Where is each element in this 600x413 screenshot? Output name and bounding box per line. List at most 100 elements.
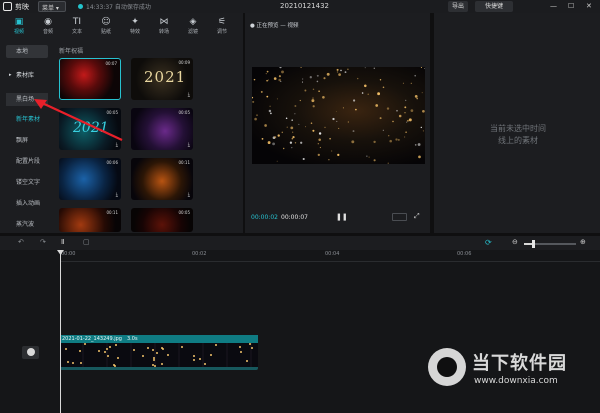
spark xyxy=(266,95,269,98)
aspect-ratio-button[interactable] xyxy=(392,213,407,221)
media-thumb[interactable]: 00:05 ⤓ xyxy=(131,108,193,150)
thumb-text: 2021 xyxy=(144,68,187,86)
total-time: 00:00:07 xyxy=(281,214,308,221)
app-name: 剪映 xyxy=(15,3,29,11)
spark xyxy=(294,105,297,107)
spark xyxy=(254,117,257,121)
frame-spark xyxy=(240,351,242,353)
menu-button[interactable]: 菜单 ▾ xyxy=(38,1,66,12)
export-button[interactable]: 导出 xyxy=(448,1,468,12)
tab-label: 特效 xyxy=(129,29,140,35)
tab-text[interactable]: TI 文本 xyxy=(63,17,91,35)
tab-adjust[interactable]: ⚟ 调节 xyxy=(208,17,236,35)
media-thumb[interactable]: 00:07 xyxy=(59,58,121,100)
spark xyxy=(278,78,281,82)
spark xyxy=(364,84,367,88)
zoom-out-icon[interactable]: ⊖ xyxy=(512,238,518,246)
frame-spark xyxy=(153,357,155,359)
frame-spark xyxy=(114,365,116,367)
spark xyxy=(422,130,424,132)
delete-icon[interactable]: ▢ xyxy=(83,238,90,246)
tab-transitions[interactable]: ⋈ 转场 xyxy=(150,17,178,35)
frame-spark xyxy=(107,355,109,357)
spark xyxy=(386,107,390,110)
spark xyxy=(373,67,375,69)
spark xyxy=(410,82,412,84)
frame-spark xyxy=(193,359,195,361)
spark xyxy=(267,79,269,81)
spark xyxy=(406,121,408,123)
spark xyxy=(292,136,295,139)
eye-icon xyxy=(27,348,35,356)
nav-clips[interactable]: 配置片段 xyxy=(6,155,48,168)
spark xyxy=(276,160,278,162)
undo-icon[interactable]: ↶ xyxy=(18,238,24,246)
spark xyxy=(337,153,340,157)
watermark-url: www.downxia.com xyxy=(474,376,558,386)
thumb-duration: 00:06 xyxy=(106,160,118,165)
player-title: ● 正在预览 — 视频 xyxy=(250,23,299,29)
tab-effects[interactable]: ✦ 特效 xyxy=(121,17,149,35)
close-icon[interactable]: ✕ xyxy=(586,2,592,10)
spark xyxy=(316,80,319,83)
spark xyxy=(256,114,258,117)
media-thumb[interactable]: 2021 00:09 ⤓ xyxy=(131,58,193,100)
spark xyxy=(326,72,330,76)
download-icon[interactable]: ⤓ xyxy=(116,192,118,198)
minimize-icon[interactable]: — xyxy=(550,2,557,10)
download-icon[interactable]: ⤓ xyxy=(188,92,190,98)
frame-spark xyxy=(72,362,74,364)
pause-button[interactable]: ❚❚ xyxy=(336,213,348,221)
spark xyxy=(252,100,255,103)
playhead[interactable] xyxy=(60,252,61,413)
nav-insert-animation[interactable]: 插入动画 xyxy=(6,197,48,210)
media-thumb[interactable]: 00:11 xyxy=(59,208,121,232)
split-icon[interactable]: Ⅱ xyxy=(61,238,64,246)
redo-icon[interactable]: ↷ xyxy=(40,238,46,246)
frame-spark xyxy=(251,347,253,349)
shortcut-button[interactable]: 快捷键 xyxy=(475,1,513,12)
spark xyxy=(338,73,341,76)
current-time: 00:00:02 xyxy=(251,214,278,221)
download-icon[interactable]: ⤓ xyxy=(188,142,190,148)
nav-library[interactable]: 素材库 xyxy=(6,69,48,82)
section-title: 新年祝福 xyxy=(59,48,84,55)
tab-video[interactable]: ▣ 视频 xyxy=(5,17,33,35)
maximize-icon[interactable]: ☐ xyxy=(568,2,574,10)
spark xyxy=(304,89,307,92)
link-icon[interactable]: ⟳ xyxy=(485,238,492,247)
empty-line-1: 当前未选中时间 xyxy=(490,124,546,133)
frame-spark xyxy=(104,351,106,353)
media-thumb[interactable]: 00:06 ⤓ xyxy=(59,158,121,200)
spark xyxy=(281,70,284,74)
arrow-shaft xyxy=(39,101,123,141)
media-thumb[interactable]: 00:05 xyxy=(131,208,193,232)
tab-filters[interactable]: ◈ 滤镜 xyxy=(179,17,207,35)
app-logo-icon xyxy=(3,2,12,11)
spark xyxy=(331,150,333,152)
spark xyxy=(324,126,326,129)
tab-label: 贴纸 xyxy=(100,29,111,35)
zoom-slider-thumb[interactable] xyxy=(532,240,535,248)
spark xyxy=(301,81,304,83)
thumb-duration: 00:05 xyxy=(178,210,190,215)
download-icon[interactable]: ⤓ xyxy=(188,192,190,198)
fullscreen-icon[interactable]: ⤢ xyxy=(414,212,420,221)
spark xyxy=(357,77,359,80)
nav-vaporwave[interactable]: 蒸汽波 xyxy=(6,218,48,231)
tab-audio[interactable]: ◉ 音频 xyxy=(34,17,62,35)
spark xyxy=(302,157,305,161)
frame-spark xyxy=(98,350,100,352)
spark xyxy=(285,117,288,119)
tab-sticker[interactable]: ☺ 贴纸 xyxy=(92,17,120,35)
spark xyxy=(336,71,339,73)
nav-hollow-text[interactable]: 镂空文字 xyxy=(6,176,48,189)
nav-local[interactable]: 本地 xyxy=(6,45,48,58)
tab-label: 转场 xyxy=(158,29,169,35)
spark xyxy=(361,92,364,94)
frame-spark xyxy=(84,343,86,345)
spark xyxy=(355,108,357,111)
zoom-in-icon[interactable]: ⊕ xyxy=(580,238,586,246)
preview-video[interactable] xyxy=(252,67,425,164)
media-thumb[interactable]: 00:11 ⤓ xyxy=(131,158,193,200)
